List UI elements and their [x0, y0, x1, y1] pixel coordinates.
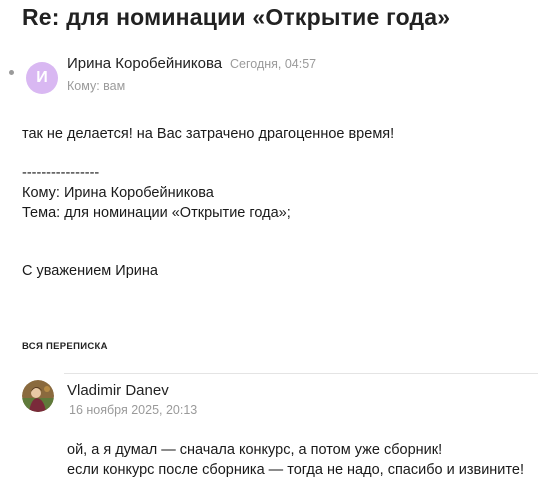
thread-section-label: ВСЯ ПЕРЕПИСКА — [22, 341, 108, 352]
recipient-line[interactable]: Кому: вам — [67, 79, 125, 93]
quoted-subject: Тема: для номинации «Открытие года»; — [22, 205, 291, 221]
thread-divider — [64, 373, 538, 374]
sender-avatar[interactable]: И — [26, 62, 58, 94]
thread-message-line: если конкурс после сборника — тогда не н… — [67, 462, 524, 478]
avatar-photo-icon — [22, 380, 54, 412]
message-body-line: так не делается! на Вас затрачено драгоц… — [22, 126, 395, 142]
thread-sender-name[interactable]: Vladimir Danev — [67, 382, 169, 399]
quoted-recipient: Кому: Ирина Коробейникова — [22, 185, 214, 201]
thread-message-date: 16 ноября 2025, 20:13 — [69, 403, 198, 417]
avatar-letter: И — [36, 69, 48, 86]
signature: С уважением Ирина — [22, 263, 158, 279]
thread-message-line: ой, а я думал — сначала конкурс, а потом… — [67, 442, 443, 458]
message-time: Сегодня, 04:57 — [230, 57, 317, 71]
quote-separator: ---------------- — [22, 165, 100, 181]
email-subject: Re: для номинации «Открытие года» — [22, 4, 451, 30]
thread-sender-avatar[interactable] — [22, 380, 54, 412]
sender-name[interactable]: Ирина Коробейникова — [67, 55, 222, 72]
unread-indicator — [9, 70, 14, 75]
